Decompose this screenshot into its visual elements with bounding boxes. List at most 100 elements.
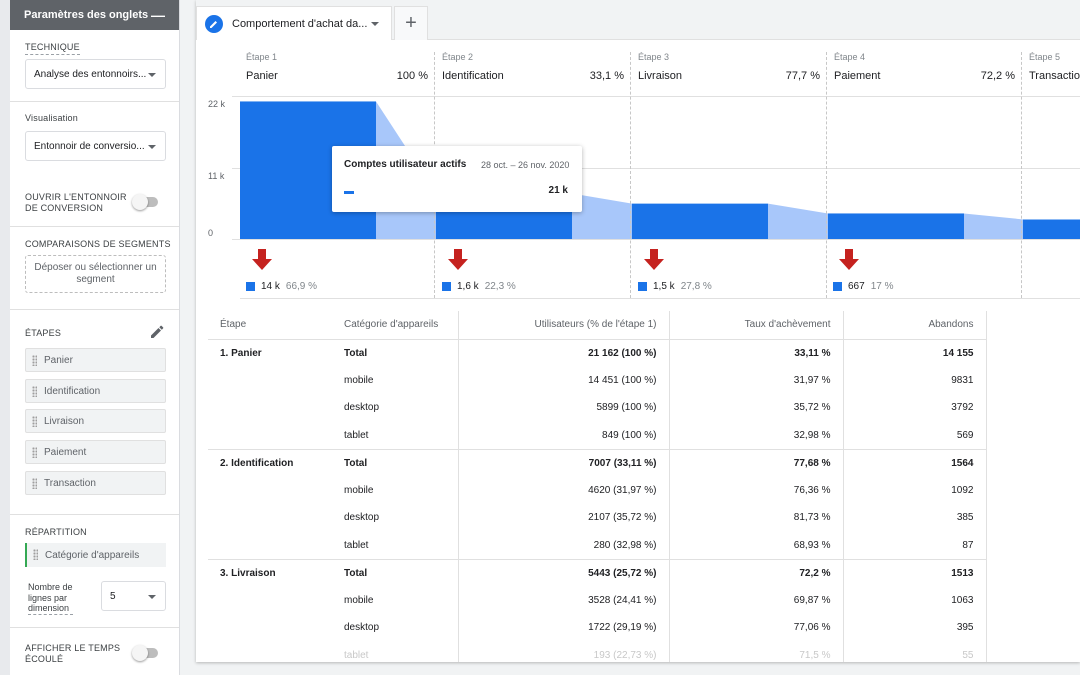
completion-cell: 33,11 % [668, 338, 843, 367]
series-swatch [833, 282, 842, 291]
step-chip-label: Identification [44, 385, 101, 397]
step-name-cell [208, 394, 332, 422]
abandons-cell: 1092 [842, 476, 987, 504]
technique-select[interactable]: Analyse des entonnoirs... [25, 59, 166, 89]
drag-handle-icon[interactable] [32, 355, 37, 366]
step-2-pct: 33,1 % [589, 70, 624, 82]
funnel-chart: 22 k 11 k 0 Étape 1 Panier 100 % Étape 2… [196, 40, 1080, 300]
abandons-cell: 1564 [842, 448, 987, 477]
step-chip-label: Livraison [44, 415, 85, 427]
device-cell: mobile [344, 594, 374, 606]
col-header-abandons[interactable]: Abandons [842, 311, 987, 340]
tooltip-value: 21 k [548, 185, 568, 196]
completion-cell: 77,68 % [668, 448, 843, 477]
step-name-cell [208, 367, 332, 395]
step-3-name: Livraison [638, 70, 683, 82]
add-tab-button[interactable]: + [394, 6, 428, 40]
open-funnel-toggle[interactable] [132, 194, 158, 210]
chevron-down-icon[interactable] [371, 22, 379, 26]
technique-label: TECHNIQUE [25, 42, 80, 55]
step-chip-paiement[interactable]: Paiement [25, 440, 166, 464]
device-cell: desktop [344, 402, 380, 414]
step-chip-label: Paiement [44, 446, 87, 458]
drag-handle-icon[interactable] [32, 416, 37, 427]
drag-handle-icon[interactable] [32, 478, 37, 489]
divider [10, 226, 179, 227]
funnel-bar-step-5[interactable] [1023, 219, 1080, 240]
step-chip-identification[interactable]: Identification [25, 379, 166, 403]
chevron-down-icon [148, 145, 156, 149]
divider [10, 627, 179, 628]
repartition-chip[interactable]: Catégorie d'appareils [25, 543, 166, 567]
users-cell: 21 162 (100 %) [457, 338, 669, 367]
device-cell: desktop [344, 622, 380, 634]
device-cell: tablet [344, 429, 369, 441]
funnel-bar-step-3[interactable] [632, 203, 768, 239]
rows-label-line2: lignes par [28, 592, 68, 603]
users-cell: 4620 (31,97 %) [457, 476, 669, 504]
col-header-completion[interactable]: Taux d'achèvement [668, 311, 843, 340]
abandons-cell: 55 [842, 641, 987, 662]
divider [10, 514, 179, 515]
elapsed-time-toggle[interactable] [132, 645, 158, 661]
completion-cell: 76,36 % [668, 476, 843, 504]
drag-handle-icon[interactable] [33, 549, 38, 560]
step-chip-transaction[interactable]: Transaction [25, 471, 166, 495]
table-row: 2. Identification Total 7007 (33,11 %) 7… [208, 448, 987, 477]
rows-label-line1: Nombre de [28, 582, 73, 592]
table-row: tablet 849 (100 %) 32,98 % 569 [208, 421, 987, 450]
chart-bottom-border [240, 298, 1080, 299]
tab-bar: Comportement d'achat da... + [196, 0, 1080, 40]
chevron-down-icon [148, 73, 156, 77]
tooltip-title: Comptes utilisateur actifs [344, 159, 467, 170]
edit-steps-pencil-icon[interactable] [150, 325, 164, 339]
report-canvas: Comportement d'achat da... + 22 k 11 k 0… [196, 0, 1080, 662]
tab-purchase-behaviour[interactable]: Comportement d'achat da... [196, 6, 392, 40]
chart-tooltip: Comptes utilisateur actifs 28 oct. – 26 … [332, 146, 582, 212]
abandons-cell: 9831 [842, 366, 987, 394]
abandon-pct: 22,3 % [484, 281, 516, 292]
funnel-bar-step-4[interactable] [828, 213, 964, 239]
elapsed-label-line1: AFFICHER LE TEMPS [25, 643, 121, 653]
funnel-table: Étape Catégorie d'appareils Utilisateurs… [208, 311, 987, 662]
toggle-knob [132, 194, 148, 210]
step-name-cell [208, 422, 332, 450]
table-row: 3. Livraison Total 5443 (25,72 %) 72,2 %… [208, 558, 987, 587]
abandons-cell: 1513 [842, 558, 987, 587]
step-chip-livraison[interactable]: Livraison [25, 409, 166, 433]
segment-drop-zone[interactable]: Déposer ou sélectionner un segment [25, 255, 166, 293]
step-divider [1021, 52, 1022, 298]
pencil-icon [205, 14, 223, 33]
funnel-flow-3 [768, 203, 828, 239]
abandon-count: 14 k [261, 281, 280, 292]
abandon-arrow-icon [252, 249, 272, 270]
step-5-name: Transaction [1029, 70, 1080, 82]
step-name-cell: 2. Identification [208, 448, 332, 477]
divider [10, 309, 179, 310]
drag-handle-icon[interactable] [32, 447, 37, 458]
users-cell: 193 (22,73 %) [457, 641, 669, 662]
visualisation-select[interactable]: Entonnoir de conversio... [25, 131, 166, 161]
series-swatch [246, 282, 255, 291]
step-1-pct: 100 % [396, 70, 428, 82]
completion-cell: 71,5 % [668, 641, 843, 662]
col-header-device[interactable]: Catégorie d'appareils [332, 311, 458, 340]
col-header-users[interactable]: Utilisateurs (% de l'étape 1) [457, 311, 669, 340]
abandon-stat-step4: 667 17 % [833, 281, 893, 292]
abandon-count: 667 [848, 281, 865, 292]
completion-cell: 32,98 % [668, 421, 843, 449]
step-4-head: Étape 4 [834, 52, 866, 62]
users-cell: 280 (32,98 %) [457, 531, 669, 559]
step-3-pct: 77,7 % [785, 70, 820, 82]
series-swatch [442, 282, 451, 291]
step-5-head: Étape 5 [1029, 52, 1061, 62]
abandon-stat-step1: 14 k 66,9 % [246, 281, 317, 292]
device-cell: mobile [344, 374, 374, 386]
collapse-icon[interactable]: — [151, 7, 165, 23]
rows-per-dimension-select[interactable]: 5 [101, 581, 166, 611]
step-chip-panier[interactable]: Panier [25, 348, 166, 372]
chevron-down-icon [148, 595, 156, 599]
table-row: mobile 14 451 (100 %) 31,97 % 9831 [208, 366, 987, 395]
drag-handle-icon[interactable] [32, 386, 37, 397]
col-header-step[interactable]: Étape [208, 311, 332, 340]
